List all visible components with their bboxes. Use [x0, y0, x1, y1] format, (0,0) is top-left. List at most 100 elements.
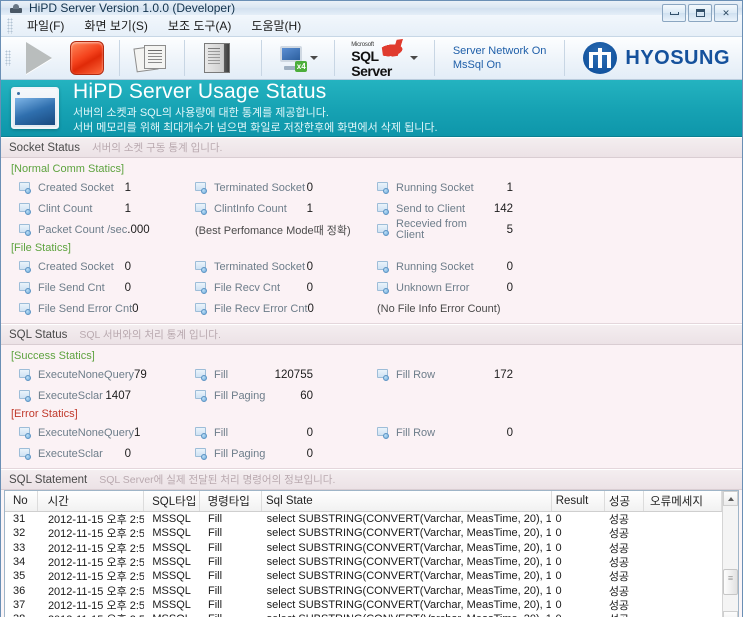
column-header-no[interactable]: No	[5, 491, 38, 511]
cell-error	[644, 555, 722, 569]
column-header-result[interactable]: Result	[552, 491, 605, 511]
column-header-sqlstate[interactable]: Sql State	[262, 491, 552, 511]
stat-label: Fill Paging	[214, 389, 266, 402]
column-header-cmdtype[interactable]: 명령타입	[200, 491, 262, 511]
toolbar-separator	[119, 40, 120, 76]
toolbar-separator	[564, 40, 566, 76]
socket-icon	[19, 368, 32, 381]
table-row[interactable]: 35 2012-11-15 오후 2:57 MSSQL Fill select …	[5, 569, 722, 583]
socket-status-title: Socket Status	[9, 141, 80, 154]
menu-item-tools[interactable]: 보조 도구(A)	[158, 15, 242, 36]
log-button[interactable]	[193, 37, 241, 79]
table-row[interactable]: 32 2012-11-15 오후 2:56 MSSQL Fill select …	[5, 526, 722, 540]
group-label-normal-comm: [Normal Comm Statics]	[11, 163, 125, 175]
cell-cmdtype: Fill	[208, 598, 223, 611]
cell-error	[644, 583, 722, 597]
column-header-errormessage[interactable]: 오류메세지	[644, 491, 722, 511]
group-label-file-statics: [File Statics]	[11, 242, 71, 254]
app-icon	[9, 1, 23, 15]
cell-cmdtype: Fill	[208, 513, 223, 526]
stat-value: 172	[493, 368, 513, 381]
table-row[interactable]: 37 2012-11-15 오후 2:57 MSSQL Fill select …	[5, 598, 722, 612]
chevron-down-icon[interactable]	[409, 56, 418, 60]
scroll-up-button[interactable]	[723, 491, 738, 506]
cell-sqlstate: select SUBSTRING(CONVERT(Varchar, MeasTi…	[266, 598, 552, 611]
stat-running-socket: Running Socket 1	[371, 177, 571, 198]
file-stat-recv-cnt: File Recv Cnt 0	[189, 277, 371, 298]
network-status-label: Server Network On MsSql On	[443, 44, 557, 72]
file-stat-send-cnt: File Send Cnt 0	[1, 277, 189, 298]
table-row[interactable]: 36 2012-11-15 오후 2:57 MSSQL Fill select …	[5, 583, 722, 598]
toolbar-grip[interactable]	[5, 50, 11, 66]
sql-statement-desc: SQL Server에 실제 전달된 처리 명령어의 정보입니다.	[99, 474, 336, 486]
stat-label: Created Socket	[38, 260, 114, 273]
stat-clintinfo-count: ClintInfo Count 1	[189, 198, 371, 219]
scroll-down-button[interactable]	[723, 611, 738, 617]
maximize-button[interactable]	[688, 4, 712, 22]
cell-sqltype: MSSQL	[152, 556, 191, 569]
cell-no: 36	[13, 584, 26, 597]
table-row[interactable]: 38 2012-11-15 오후 2:57 MSSQL Fill select …	[5, 612, 722, 617]
stat-label: Terminated Socket	[214, 260, 306, 273]
socket-icon	[377, 181, 390, 194]
menu-item-view[interactable]: 화면 보기(S)	[74, 15, 158, 36]
close-button[interactable]: ✕	[714, 4, 738, 22]
stat-label: ExecuteNoneQuery	[38, 426, 134, 439]
sql-server-swoosh-icon	[380, 37, 411, 58]
sqlserver-dropdown-button[interactable]: Microsoft SQL Server	[343, 37, 426, 79]
section-header-sql-statement: SQL Statement SQL Server에 실제 전달된 처리 명령어의…	[1, 469, 742, 490]
cell-success: 성공	[605, 612, 644, 617]
cell-success: 성공	[608, 542, 630, 555]
stop-button[interactable]	[63, 37, 111, 79]
menu-item-help[interactable]: 도움말(H)	[241, 15, 311, 36]
minimize-button[interactable]	[662, 4, 686, 22]
stat-label: File Recv Error Cnt	[214, 302, 308, 315]
column-header-success[interactable]: 성공	[605, 491, 645, 511]
cell-time: 2012-11-15 오후 2:56	[47, 557, 145, 570]
group-label-error-statics: [Error Statics]	[11, 408, 78, 420]
network-dropdown-button[interactable]: x4	[270, 45, 326, 72]
socket-status-desc: 서버의 소켓 구동 통계 입니다.	[91, 142, 223, 154]
menu-grip[interactable]	[7, 17, 13, 34]
scroll-track[interactable]	[723, 506, 738, 612]
cell-error	[644, 512, 722, 526]
logbook-icon	[204, 43, 230, 73]
cell-no: 35	[13, 570, 26, 583]
sql-server-line1: SQL	[351, 47, 379, 64]
cell-time: 2012-11-15 오후 2:56	[47, 528, 145, 541]
cell-result: 0	[551, 612, 604, 617]
grid-vertical-scrollbar[interactable]	[722, 491, 738, 617]
sql-status-desc: SQL 서버와의 처리 통계 입니다.	[79, 329, 221, 341]
socket-icon	[195, 202, 208, 215]
socket-icon	[195, 426, 208, 439]
cell-time: 2012-11-15 오후 2:57	[47, 599, 145, 612]
stat-value: 0	[306, 447, 313, 460]
table-row[interactable]: 33 2012-11-15 오후 2:56 MSSQL Fill select …	[5, 541, 722, 555]
menu-item-file[interactable]: 파일(F)	[17, 15, 74, 36]
table-row[interactable]: 31 2012-11-15 오후 2:56 MSSQL Fill select …	[5, 512, 722, 526]
stat-value: 0	[307, 302, 314, 315]
column-header-sqltype[interactable]: SQL타입	[144, 491, 200, 511]
chevron-down-icon[interactable]	[310, 56, 319, 60]
group-label-success-statics: [Success Statics]	[11, 350, 95, 362]
table-row[interactable]: 34 2012-11-15 오후 2:56 MSSQL Fill select …	[5, 555, 722, 569]
cell-sqlstate: select SUBSTRING(CONVERT(Varchar, MeasTi…	[266, 570, 552, 583]
cell-sqlstate: select SUBSTRING(CONVERT(Varchar, MeasTi…	[266, 513, 552, 526]
toolbar-separator	[433, 40, 435, 76]
cell-success: 성공	[608, 599, 630, 612]
file-stat-terminated-socket: Terminated Socket 0	[189, 256, 371, 277]
section-header-socket-status: Socket Status 서버의 소켓 구동 통계 입니다.	[1, 137, 742, 158]
cell-sqlstate: select SUBSTRING(CONVERT(Varchar, MeasTi…	[263, 612, 552, 617]
column-header-time[interactable]: 시간	[38, 491, 145, 511]
cell-error	[644, 569, 722, 583]
network-badge: x4	[295, 61, 308, 72]
success-fill-row: Fill Row 172	[371, 364, 571, 385]
start-button[interactable]	[15, 37, 63, 79]
cell-cmdtype: Fill	[208, 541, 223, 554]
window-title: HiPD Server Version 1.0.0 (Developer)	[29, 1, 236, 15]
socket-icon	[377, 368, 390, 381]
scroll-thumb[interactable]	[723, 569, 738, 596]
report-button[interactable]	[128, 37, 176, 79]
success-fill: Fill 120755	[189, 364, 371, 385]
cell-cmdtype: Fill	[200, 612, 263, 617]
